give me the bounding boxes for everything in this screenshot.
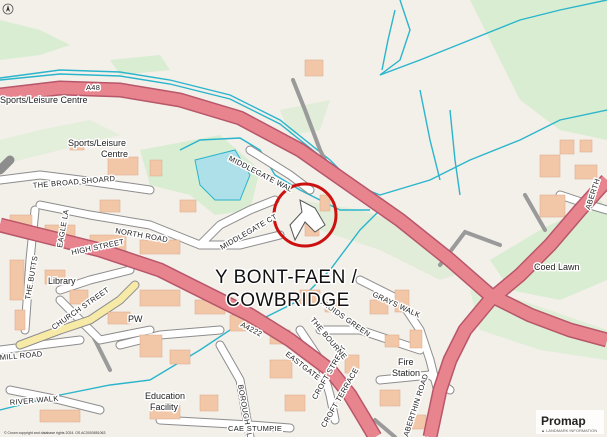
label-fire-station-line1: Fire — [398, 357, 414, 367]
brand-subtitle: ▲ LANDMARK INFORMATION — [541, 428, 597, 433]
label-library: Library — [48, 276, 76, 286]
label-sports-centre-top: Sports/Leisure Centre — [0, 95, 88, 105]
label-education-line2: Facility — [150, 402, 179, 412]
label-sports-centre-line2: Centre — [101, 149, 128, 159]
map-canvas[interactable]: A48 Sports/Leisure Centre Sports/Leisure… — [0, 0, 607, 437]
label-sports-centre-line1: Sports/Leisure — [68, 138, 126, 148]
town-name-line1: Y BONT-FAEN / — [215, 267, 358, 288]
map-svg: A48 Sports/Leisure Centre Sports/Leisure… — [0, 0, 607, 437]
copyright-notice: © Crown copyright and database rights 20… — [4, 431, 105, 435]
label-coed-lawn: Coed Lawn — [534, 262, 580, 272]
street-cae-stumpie: CAE STUMPIE — [228, 424, 282, 433]
label-fire-station-line2: Station — [392, 368, 420, 378]
town-name-line2: COWBRIDGE — [226, 290, 350, 311]
label-education-line1: Education — [145, 391, 185, 401]
road-label-a48: A48 — [86, 83, 100, 92]
brand-logo: Promap — [541, 414, 586, 428]
label-pw: PW — [128, 314, 143, 324]
